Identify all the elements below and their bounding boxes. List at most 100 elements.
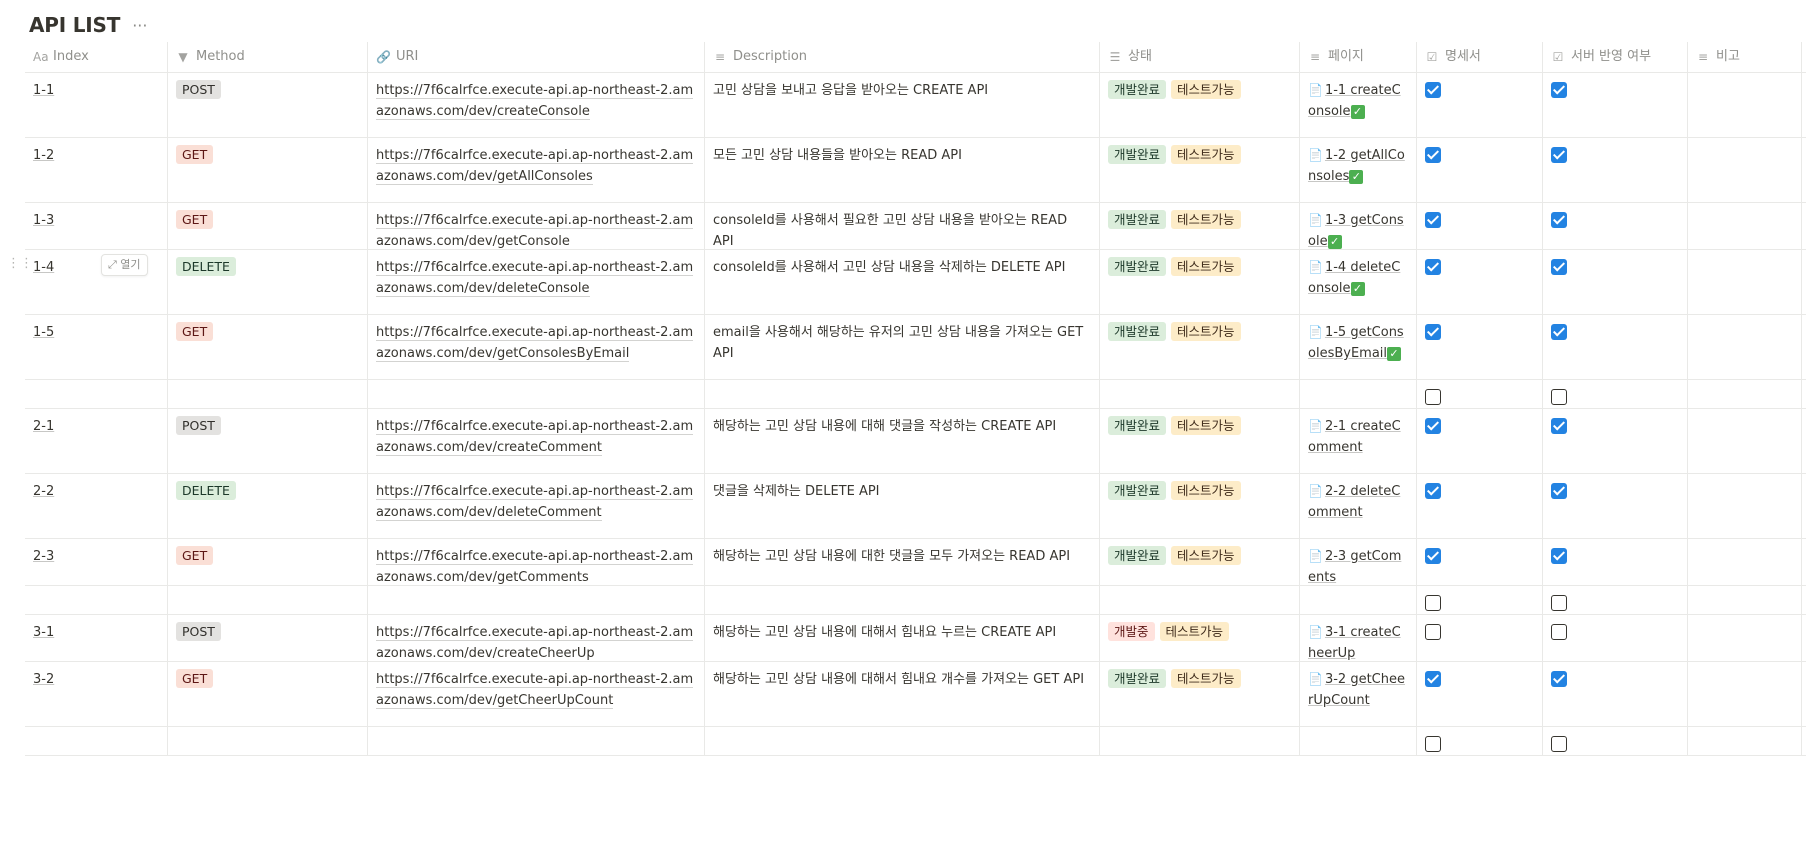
description-cell[interactable] bbox=[705, 586, 1100, 614]
index-value[interactable]: 1-3 bbox=[33, 213, 54, 228]
index-value[interactable]: 1-5 bbox=[33, 325, 54, 340]
index-cell[interactable]: 1-4 ⤢ 열기 bbox=[25, 250, 168, 314]
status-cell[interactable] bbox=[1100, 727, 1300, 755]
status-cell[interactable]: 개발완료 테스트가능 bbox=[1100, 474, 1300, 538]
table-row[interactable]: 2-2 DELETE https://7f6calrfce.execute-api.… bbox=[25, 474, 1806, 539]
index-cell[interactable]: 3-2 bbox=[25, 662, 168, 726]
status-cell[interactable]: 개발완료 테스트가능 bbox=[1100, 73, 1300, 137]
spec-checkbox[interactable] bbox=[1425, 418, 1441, 434]
spec-checkbox[interactable] bbox=[1425, 624, 1441, 640]
description-cell[interactable]: 해당하는 고민 상담 내용에 대한 댓글을 모두 가져오는 READ API bbox=[705, 539, 1100, 585]
uri-link[interactable]: https://7f6calrfce.execute-api.ap-northe… bbox=[376, 260, 694, 297]
method-cell[interactable]: GET bbox=[168, 662, 368, 726]
table-row[interactable]: 2-3 GET https://7f6calrfce.execute-api.ap-… bbox=[25, 539, 1806, 586]
page-cell[interactable] bbox=[1300, 380, 1417, 408]
uri-cell[interactable]: https://7f6calrfce.execute-api.ap-northe… bbox=[368, 474, 705, 538]
uri-link[interactable]: https://7f6calrfce.execute-api.ap-northe… bbox=[376, 148, 694, 185]
page-cell[interactable]: 📄 1-2 getAllConsoles ✓ bbox=[1300, 138, 1417, 202]
spec-checkbox[interactable] bbox=[1425, 483, 1441, 499]
description-cell[interactable]: 고민 상담을 보내고 응답을 받아오는 CREATE API bbox=[705, 73, 1100, 137]
status-cell[interactable] bbox=[1100, 380, 1300, 408]
note-cell[interactable] bbox=[1688, 662, 1802, 726]
index-value[interactable]: 3-2 bbox=[33, 672, 54, 687]
method-cell[interactable]: GET bbox=[168, 539, 368, 585]
method-cell[interactable]: GET bbox=[168, 203, 368, 249]
status-cell[interactable] bbox=[1100, 586, 1300, 614]
index-cell[interactable]: 1-1 bbox=[25, 73, 168, 137]
method-cell[interactable]: DELETE bbox=[168, 474, 368, 538]
uri-cell[interactable]: https://7f6calrfce.execute-api.ap-northe… bbox=[368, 138, 705, 202]
server-checkbox[interactable] bbox=[1551, 595, 1567, 611]
index-value[interactable]: 2-3 bbox=[33, 549, 54, 564]
uri-link[interactable]: https://7f6calrfce.execute-api.ap-northe… bbox=[376, 549, 694, 585]
method-cell[interactable] bbox=[168, 727, 368, 755]
table-row[interactable]: 1-3 GET https://7f6calrfce.execute-api.ap-… bbox=[25, 203, 1806, 250]
uri-cell[interactable] bbox=[368, 380, 705, 408]
description-cell[interactable] bbox=[705, 727, 1100, 755]
status-cell[interactable]: 개발중 테스트가능 bbox=[1100, 615, 1300, 661]
column-header-method[interactable]: ▼ Method bbox=[168, 42, 368, 72]
index-cell[interactable] bbox=[25, 586, 168, 614]
method-cell[interactable] bbox=[168, 380, 368, 408]
index-value[interactable]: 3-1 bbox=[33, 625, 54, 640]
method-cell[interactable] bbox=[168, 586, 368, 614]
index-cell[interactable]: 1-5 bbox=[25, 315, 168, 379]
spec-checkbox[interactable] bbox=[1425, 595, 1441, 611]
table-row[interactable]: 1-5 GET https://7f6calrfce.execute-api.ap-… bbox=[25, 315, 1806, 380]
spec-checkbox[interactable] bbox=[1425, 82, 1441, 98]
index-value[interactable]: 1-4 bbox=[33, 260, 54, 275]
table-row[interactable]: 3-1 POST https://7f6calrfce.execute-api.ap… bbox=[25, 615, 1806, 662]
index-cell[interactable]: 2-2 bbox=[25, 474, 168, 538]
method-cell[interactable]: GET bbox=[168, 315, 368, 379]
column-header-spec[interactable]: ☑ 명세서 bbox=[1417, 42, 1543, 72]
method-cell[interactable]: DELETE bbox=[168, 250, 368, 314]
uri-cell[interactable]: https://7f6calrfce.execute-api.ap-northe… bbox=[368, 73, 705, 137]
note-cell[interactable] bbox=[1688, 539, 1802, 585]
note-cell[interactable] bbox=[1688, 250, 1802, 314]
uri-cell[interactable]: https://7f6calrfce.execute-api.ap-northe… bbox=[368, 409, 705, 473]
server-checkbox[interactable] bbox=[1551, 624, 1567, 640]
note-cell[interactable] bbox=[1688, 380, 1802, 408]
note-cell[interactable] bbox=[1688, 409, 1802, 473]
spec-checkbox[interactable] bbox=[1425, 259, 1441, 275]
note-cell[interactable] bbox=[1688, 203, 1802, 249]
description-cell[interactable]: 해당하는 고민 상담 내용에 대해서 힘내요 개수를 가져오는 GET API bbox=[705, 662, 1100, 726]
uri-cell[interactable]: https://7f6calrfce.execute-api.ap-northe… bbox=[368, 203, 705, 249]
note-cell[interactable] bbox=[1688, 73, 1802, 137]
server-checkbox[interactable] bbox=[1551, 212, 1567, 228]
column-header-status[interactable]: ☰ 상태 bbox=[1100, 42, 1300, 72]
page-cell[interactable]: 📄 3-2 getCheerUpCount bbox=[1300, 662, 1417, 726]
table-row[interactable]: 1-1 POST https://7f6calrfce.execute-api.ap… bbox=[25, 73, 1806, 138]
page-cell[interactable]: 📄 2-2 deleteComment bbox=[1300, 474, 1417, 538]
spec-checkbox[interactable] bbox=[1425, 736, 1441, 752]
note-cell[interactable] bbox=[1688, 615, 1802, 661]
server-checkbox[interactable] bbox=[1551, 324, 1567, 340]
method-cell[interactable]: GET bbox=[168, 138, 368, 202]
column-header-note[interactable]: ≡ 비고 bbox=[1688, 42, 1802, 72]
uri-link[interactable]: https://7f6calrfce.execute-api.ap-northe… bbox=[376, 325, 694, 362]
column-header-index[interactable]: Aa Index bbox=[25, 42, 168, 72]
status-cell[interactable]: 개발완료 테스트가능 bbox=[1100, 539, 1300, 585]
note-cell[interactable] bbox=[1688, 315, 1802, 379]
uri-cell[interactable]: https://7f6calrfce.execute-api.ap-northe… bbox=[368, 539, 705, 585]
description-cell[interactable]: 모든 고민 상담 내용들을 받아오는 READ API bbox=[705, 138, 1100, 202]
column-header-server[interactable]: ☑ 서버 반영 여부 bbox=[1543, 42, 1688, 72]
server-checkbox[interactable] bbox=[1551, 671, 1567, 687]
server-checkbox[interactable] bbox=[1551, 389, 1567, 405]
uri-link[interactable]: https://7f6calrfce.execute-api.ap-northe… bbox=[376, 419, 694, 456]
note-cell[interactable] bbox=[1688, 138, 1802, 202]
index-cell[interactable]: 2-3 bbox=[25, 539, 168, 585]
index-cell[interactable]: 1-2 bbox=[25, 138, 168, 202]
page-cell[interactable]: 📄 2-3 getComents bbox=[1300, 539, 1417, 585]
uri-link[interactable]: https://7f6calrfce.execute-api.ap-northe… bbox=[376, 672, 694, 709]
column-header-uri[interactable]: 🔗 URI bbox=[368, 42, 705, 72]
server-checkbox[interactable] bbox=[1551, 548, 1567, 564]
index-value[interactable]: 1-1 bbox=[33, 83, 54, 98]
note-cell[interactable] bbox=[1688, 474, 1802, 538]
index-cell[interactable] bbox=[25, 727, 168, 755]
note-cell[interactable] bbox=[1688, 727, 1802, 755]
page-cell[interactable]: 📄 1-1 createConsole ✓ bbox=[1300, 73, 1417, 137]
table-row[interactable]: 3-2 GET https://7f6calrfce.execute-api.ap-… bbox=[25, 662, 1806, 727]
status-cell[interactable]: 개발완료 테스트가능 bbox=[1100, 315, 1300, 379]
table-row[interactable] bbox=[25, 727, 1806, 756]
